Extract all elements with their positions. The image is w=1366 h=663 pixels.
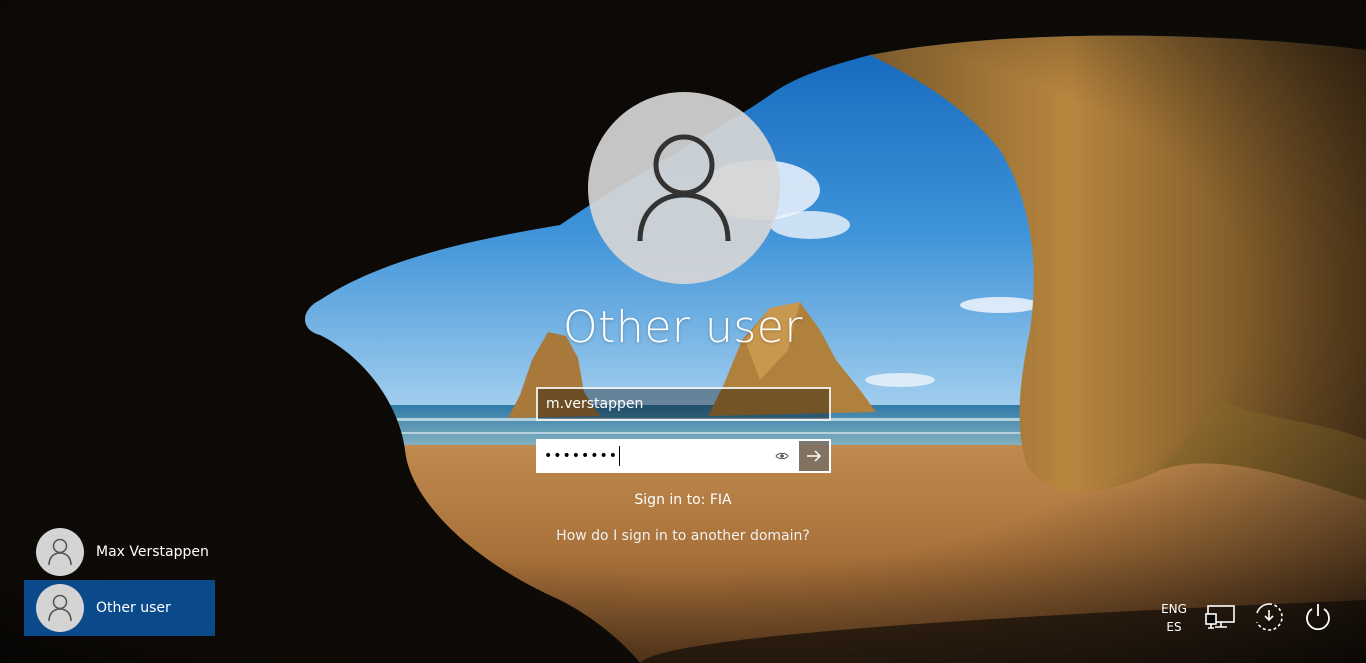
user-avatar-small [36,584,84,632]
user-entry-max-verstappen[interactable]: Max Verstappen [24,524,215,580]
user-entry-label: Max Verstappen [96,544,209,560]
keyboard-layout-code: ES [1166,620,1182,634]
arrow-right-icon [807,450,822,462]
user-avatar-large [588,92,780,284]
password-row: •••••••• [536,439,831,473]
user-silhouette-icon [48,538,72,566]
submit-arrow-button[interactable] [799,439,831,473]
lock-screen: Other user m.verstappen •••••••• Sign in… [0,0,1366,663]
user-silhouette-icon [48,594,72,622]
user-avatar-small [36,528,84,576]
username-input[interactable]: m.verstappen [536,387,831,421]
network-icon[interactable] [1204,600,1238,634]
power-icon[interactable] [1301,600,1335,634]
user-switch-list: Max Verstappen Other user [24,524,215,636]
ease-of-access-icon[interactable] [1252,600,1286,634]
user-silhouette-icon [637,134,731,242]
username-value: m.verstappen [546,396,644,412]
other-domain-link[interactable]: How do I sign in to another domain? [483,528,883,544]
text-caret [619,446,621,466]
reveal-password-eye-icon[interactable] [775,449,789,463]
sign-in-domain-text: Sign in to: FIA [634,492,732,508]
user-entry-other-user[interactable]: Other user [24,580,215,636]
language-code: ENG [1161,602,1187,616]
selected-user-name: Other user [563,302,803,353]
input-language-indicator[interactable]: ENG ES [1156,600,1192,636]
password-value: •••••••• [544,448,619,464]
user-entry-label: Other user [96,600,171,616]
password-input[interactable]: •••••••• [536,439,799,473]
